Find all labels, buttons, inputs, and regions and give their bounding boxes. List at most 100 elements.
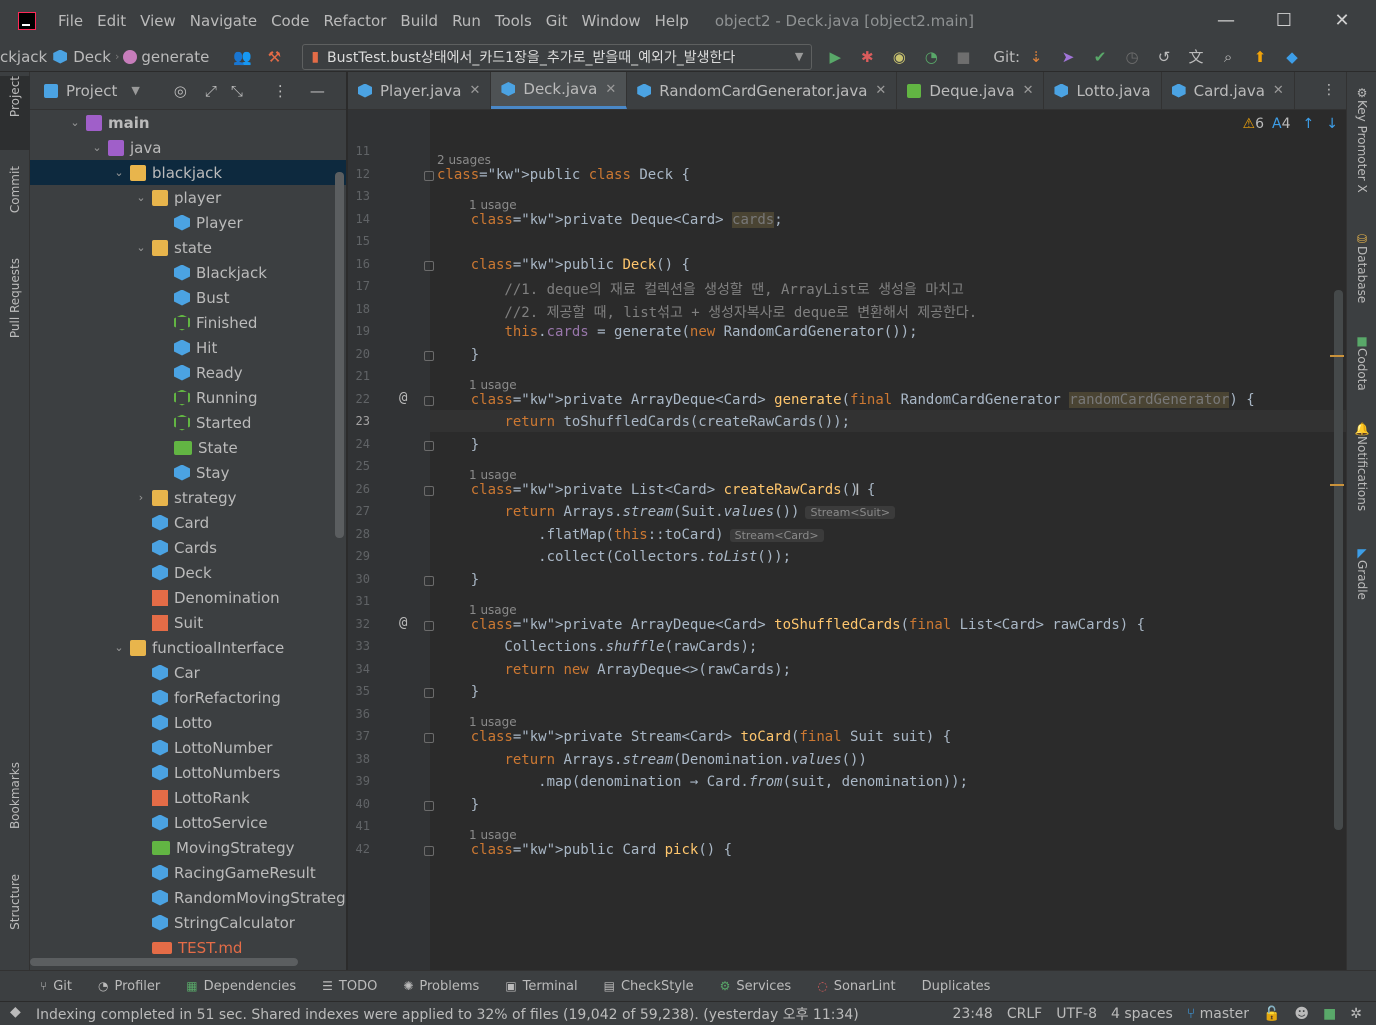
usages-hint[interactable]: 1 usage <box>469 468 517 482</box>
tree-item[interactable]: › strategy <box>30 485 346 510</box>
tool-tab-codota[interactable]: ■ Codota <box>1347 334 1376 404</box>
code-line[interactable]: //2. 제공할 때, list섞고 + 생성자복사로 deque로 변환해서 … <box>437 302 977 322</box>
status-message[interactable]: Indexing completed in 51 sec. Shared ind… <box>36 1004 859 1024</box>
code-line[interactable]: return Arrays.stream(Denomination.values… <box>437 752 866 768</box>
menu-navigate[interactable]: Navigate <box>190 12 257 30</box>
code-line[interactable]: this.cards = generate(new RandomCardGene… <box>437 324 917 340</box>
code-line[interactable]: return Arrays.stream(Suit.values()) Strea… <box>437 504 896 520</box>
menu-window[interactable]: Window <box>581 12 640 30</box>
tool-button-sonarlint[interactable]: ◌ SonarLint <box>817 979 895 994</box>
tree-item[interactable]: LottoNumbers <box>30 760 346 785</box>
fold-marker-icon[interactable] <box>424 845 434 856</box>
tree-item[interactable]: ⌄ functioalInterface <box>30 635 346 660</box>
line-number[interactable]: 13 <box>348 189 370 203</box>
usages-hint[interactable]: 1 usage <box>469 603 517 617</box>
indent-setting[interactable]: 4 spaces <box>1111 1006 1173 1022</box>
tree-item[interactable]: RacingGameResult <box>30 860 346 885</box>
tool-tab-commit[interactable]: Commit <box>0 166 30 236</box>
usages-hint[interactable]: 1 usage <box>469 198 517 212</box>
fold-marker-icon[interactable] <box>424 733 434 743</box>
locate-icon[interactable]: ◎ <box>174 82 187 100</box>
line-number[interactable]: 21 <box>348 369 370 383</box>
coverage-icon[interactable]: ◉ <box>888 46 910 68</box>
run-configuration-select[interactable]: ▮ BustTest.bust상태에서_카드1장을_추가로_받을때_예외가_발생… <box>302 43 813 70</box>
line-number[interactable]: 26 <box>348 482 370 496</box>
line-number[interactable]: 36 <box>348 707 370 721</box>
code-editor[interactable]: 11 12 13 14 15 16 17 18 19 20 21 22 @23 24 25 26 27 28 29 3… <box>348 110 1346 970</box>
project-panel-title[interactable]: Project <box>66 82 117 100</box>
close-tab-icon[interactable]: ✕ <box>1273 83 1284 98</box>
tool-tab-structure[interactable]: Structure <box>0 874 30 958</box>
git-push-icon[interactable]: ➤ <box>1057 46 1079 68</box>
tree-item[interactable]: Started <box>30 410 346 435</box>
tool-button-dependencies[interactable]: ▦ Dependencies <box>186 979 296 994</box>
line-number[interactable]: 12 <box>348 167 370 181</box>
fold-marker-icon[interactable] <box>424 170 434 181</box>
inspection-profile-icon[interactable]: ☻ <box>1294 1006 1309 1022</box>
code-line[interactable]: class="kw">private ArrayDeque<Card> gene… <box>437 391 1255 408</box>
menu-view[interactable]: View <box>140 12 176 30</box>
tabs-menu-icon[interactable]: ⋮ <box>1322 82 1336 98</box>
line-number[interactable]: 17 <box>348 279 370 293</box>
fold-marker-icon[interactable] <box>424 688 434 698</box>
expand-all-icon[interactable]: ⤢ <box>205 82 217 100</box>
line-number[interactable]: 24 <box>348 437 370 451</box>
code-line[interactable]: } <box>437 684 479 700</box>
code-line[interactable]: //1. deque의 재료 컬렉션을 생성할 땐, ArrayList로 생성… <box>437 279 963 299</box>
chevron-down-icon[interactable]: ⌄ <box>112 641 126 654</box>
warning-stripe-marker[interactable] <box>1330 484 1344 486</box>
line-number[interactable]: 41 <box>348 819 370 833</box>
chevron-down-icon[interactable]: ⌄ <box>68 116 82 129</box>
line-number[interactable]: 34 <box>348 662 370 676</box>
chevron-right-icon[interactable]: › <box>134 491 148 504</box>
code-line[interactable]: return toShuffledCards(createRawCards())… <box>437 414 850 430</box>
tree-item[interactable]: ⌄ state <box>30 235 346 260</box>
close-tab-icon[interactable]: ✕ <box>605 82 616 97</box>
line-number[interactable]: 14 <box>348 212 370 226</box>
code-line[interactable]: } <box>437 572 479 588</box>
line-number[interactable]: 18 <box>348 302 370 316</box>
search-icon[interactable]: ⌕ <box>1217 46 1239 68</box>
tool-button-profiler[interactable]: ◔ Profiler <box>98 979 160 994</box>
tree-item[interactable]: Card <box>30 510 346 535</box>
code-line[interactable]: Collections.shuffle(rawCards); <box>437 639 757 655</box>
tool-button-duplicates[interactable]: Duplicates <box>922 979 991 994</box>
tree-item[interactable]: State <box>30 435 346 460</box>
code-line[interactable]: class="kw">public Deck() { <box>437 257 690 273</box>
menu-run[interactable]: Run <box>452 12 481 30</box>
tool-button-services[interactable]: ⚙ Services <box>720 979 792 994</box>
lock-icon[interactable]: 🔓 <box>1263 1006 1280 1022</box>
profile-icon[interactable]: ◔ <box>920 46 942 68</box>
tool-tab-notifications[interactable]: 🔔 Notifications <box>1347 422 1376 532</box>
hide-icon[interactable]: — <box>310 82 325 100</box>
maximize-button[interactable]: ☐ <box>1270 8 1298 34</box>
line-number[interactable]: 19 <box>348 324 370 338</box>
code-line[interactable]: } <box>437 437 479 453</box>
line-number[interactable]: 33 <box>348 639 370 653</box>
line-number[interactable]: 15 <box>348 234 370 248</box>
line-number[interactable]: 27 <box>348 504 370 518</box>
breadcrumb-package[interactable]: ckjack <box>0 48 47 66</box>
tree-item[interactable]: Ready <box>30 360 346 385</box>
tree-item[interactable]: ⌄ main <box>30 110 346 135</box>
tool-tab-project[interactable]: Project <box>0 76 30 150</box>
chevron-down-icon[interactable]: ▼ <box>131 84 139 97</box>
line-number[interactable]: 32 <box>348 617 370 631</box>
menu-git[interactable]: Git <box>546 12 568 30</box>
tool-tab-gradle[interactable]: ◤ Gradle <box>1347 546 1376 616</box>
fold-marker-icon[interactable] <box>424 440 434 451</box>
fold-marker-icon[interactable] <box>424 485 434 496</box>
fold-marker-icon[interactable] <box>424 350 434 361</box>
fold-marker-icon[interactable] <box>424 800 434 811</box>
code-line[interactable]: class="kw">public Card pick() { <box>437 842 732 858</box>
fold-marker-icon[interactable] <box>424 395 434 406</box>
code-line[interactable]: class="kw">public class Deck { <box>437 167 690 183</box>
usages-hint[interactable]: 1 usage <box>469 378 517 392</box>
code-line[interactable]: class="kw">private ArrayDeque<Card> toSh… <box>437 617 1145 633</box>
tree-item[interactable]: ⌄ blackjack <box>30 160 346 185</box>
line-number[interactable]: 28 <box>348 527 370 541</box>
chevron-down-icon[interactable]: ⌄ <box>134 191 148 204</box>
code-line[interactable]: } <box>437 347 479 363</box>
codota-status-icon[interactable]: ■ <box>1323 1006 1336 1022</box>
line-number[interactable]: 37 <box>348 729 370 743</box>
